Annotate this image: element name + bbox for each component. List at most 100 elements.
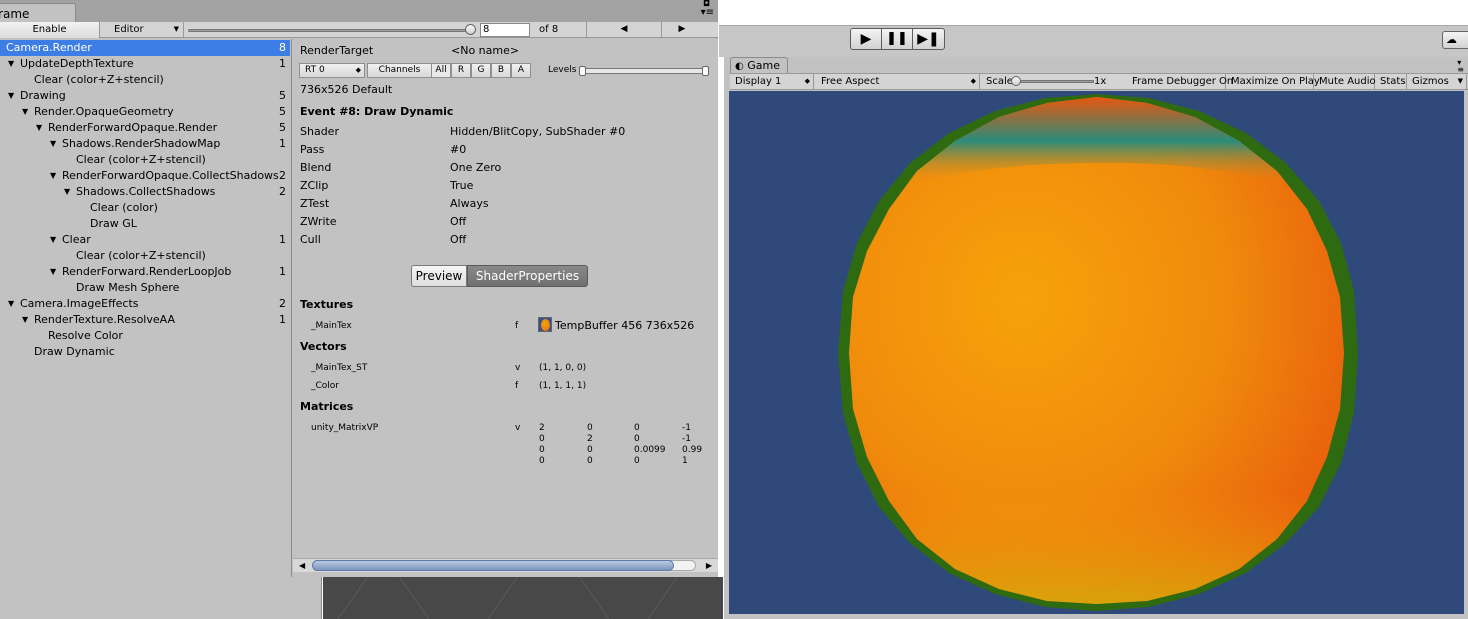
expand-triangle-icon[interactable]: ▼ (22, 312, 28, 328)
channel-b-button[interactable]: B (491, 63, 511, 78)
tree-item[interactable]: ▼ UpdateDepthTexture 1 (0, 56, 290, 72)
tree-item[interactable]: Clear (color) (0, 200, 290, 216)
step-button[interactable]: ▶❚ (912, 28, 945, 50)
tree-item[interactable]: ▼ RenderForward.RenderLoopJob 1 (0, 264, 290, 280)
tree-item-count: 5 (279, 89, 286, 102)
channel-g-button[interactable]: G (471, 63, 491, 78)
options-menu-icon[interactable]: ▾≡ (701, 8, 714, 18)
expand-triangle-icon[interactable]: ▼ (50, 232, 56, 248)
editor-toolbar (719, 25, 1468, 57)
event-slider-thumb[interactable] (465, 24, 476, 35)
target-dropdown[interactable]: Editor ▼ (108, 22, 184, 38)
stats-toggle[interactable]: Stats (1375, 74, 1407, 90)
channel-a-button[interactable]: A (511, 63, 531, 78)
prop-value: Hidden/BlitCopy, SubShader #0 (450, 125, 626, 138)
scale-slider-thumb[interactable] (1011, 76, 1021, 86)
levels-min-thumb[interactable] (579, 66, 586, 76)
horizontal-scrollbar[interactable]: ◀ ▶ (293, 558, 718, 572)
expand-triangle-icon[interactable]: ▼ (8, 296, 14, 312)
matrix-cell: 1 (682, 456, 688, 466)
tree-item[interactable]: ▼ Shadows.RenderShadowMap 1 (0, 136, 290, 152)
tree-item[interactable]: ▼ RenderForwardOpaque.CollectShadows 2 (0, 168, 290, 184)
tree-item-count: 1 (279, 57, 286, 70)
maximize-on-play-toggle[interactable]: Maximize On Play (1226, 74, 1320, 90)
levels-max-thumb[interactable] (702, 66, 709, 76)
game-render-canvas[interactable] (729, 91, 1464, 614)
channel-r-button[interactable]: R (451, 63, 471, 78)
expand-triangle-icon[interactable]: ▼ (64, 184, 70, 200)
pause-button[interactable]: ❚❚ (881, 28, 913, 50)
prop-value: One Zero (450, 161, 502, 174)
scale-slider-track[interactable] (1014, 80, 1094, 83)
arrow-left-icon: ◀ (620, 24, 628, 34)
mute-audio-toggle[interactable]: Mute Audio (1314, 74, 1376, 90)
next-event-button[interactable]: ▶ (662, 22, 702, 38)
matrices-header: Matrices (300, 400, 354, 413)
expand-triangle-icon[interactable]: ▼ (22, 104, 28, 120)
tree-item-count: 1 (279, 233, 286, 246)
expand-triangle-icon[interactable]: ▼ (50, 168, 56, 184)
tree-item[interactable]: Resolve Color (0, 328, 290, 344)
previous-event-button[interactable]: ◀ (586, 22, 662, 38)
scrollbar-thumb[interactable] (312, 560, 674, 571)
enable-button[interactable]: Enable (0, 22, 100, 38)
matrix-cell: -1 (682, 423, 691, 433)
rendered-sphere (838, 94, 1358, 611)
tree-item[interactable]: Draw GL (0, 216, 290, 232)
frame-debugger-toolbar: Enable Editor ▼ 8 of 8 ◀ ▶ (0, 22, 718, 38)
tab-menu-icon[interactable]: ◘ ▾≡ (700, 0, 714, 20)
event-slider-track[interactable] (188, 29, 474, 32)
expand-triangle-icon[interactable]: ▼ (8, 88, 14, 104)
frame-debugger-tab[interactable]: Frame Debug (0, 3, 76, 35)
tab-shader-properties[interactable]: ShaderProperties (467, 265, 588, 287)
tree-item[interactable]: Clear (color+Z+stencil) (0, 248, 290, 264)
collab-button[interactable]: ☁ (1442, 31, 1468, 49)
tree-item[interactable]: ▼ Clear 1 (0, 232, 290, 248)
tree-item[interactable]: ▼ Camera.ImageEffects 2 (0, 296, 290, 312)
chevron-updown-icon: ◆ (804, 77, 810, 85)
tree-item[interactable]: ▼ Shadows.CollectShadows 2 (0, 184, 290, 200)
prop-value: #0 (450, 143, 467, 156)
game-controller-icon: ◐ (735, 61, 744, 72)
tree-item[interactable]: Camera.Render 8 (0, 40, 290, 56)
event-index-field[interactable]: 8 (480, 23, 530, 37)
display-dropdown[interactable]: Display 1 ◆ (730, 74, 814, 90)
matrix-cell: 0 (587, 456, 593, 466)
tree-item[interactable]: ▼ Render.OpaqueGeometry 5 (0, 104, 290, 120)
aspect-dropdown[interactable]: Free Aspect ◆ (816, 74, 980, 90)
vector-name: _MainTex_ST (311, 363, 368, 373)
tree-item[interactable]: ▼ Drawing 5 (0, 88, 290, 104)
expand-triangle-icon[interactable]: ▼ (36, 120, 42, 136)
gizmos-dropdown[interactable]: Gizmos ▼ (1407, 74, 1467, 90)
scale-label: Scale (986, 76, 1013, 87)
tree-item[interactable]: Draw Mesh Sphere (0, 280, 290, 296)
levels-slider[interactable] (579, 68, 709, 74)
expand-triangle-icon[interactable]: ▼ (8, 56, 14, 72)
play-button[interactable]: ▶ (850, 28, 882, 50)
texture-thumbnail-icon[interactable] (538, 317, 552, 332)
resolution-label: 736x526 Default (300, 83, 393, 96)
tree-item[interactable]: ▼ RenderTexture.ResolveAA 1 (0, 312, 290, 328)
render-target-dropdown[interactable]: RT 0 ◆ (299, 63, 365, 78)
scroll-left-icon[interactable]: ◀ (299, 559, 305, 572)
matrix-cell: 0 (539, 434, 545, 444)
tree-item[interactable]: Clear (color+Z+stencil) (0, 72, 290, 88)
event-tree: Camera.Render 8 ▼ UpdateDepthTexture 1 C… (0, 39, 292, 577)
prop-key: Cull (300, 233, 321, 246)
gizmos-label: Gizmos (1412, 76, 1449, 87)
tab-preview[interactable]: Preview (411, 265, 467, 287)
matrix-cell: 0 (539, 456, 545, 466)
expand-triangle-icon[interactable]: ▼ (50, 264, 56, 280)
tree-item[interactable]: Draw Dynamic (0, 344, 290, 360)
editor-top-strip (719, 0, 1468, 25)
game-tab[interactable]: ◐ Game (730, 57, 788, 73)
expand-triangle-icon[interactable]: ▼ (50, 136, 56, 152)
tree-item[interactable]: Clear (color+Z+stencil) (0, 152, 290, 168)
options-menu-icon[interactable]: ▾≡ (1457, 59, 1464, 74)
scroll-right-icon[interactable]: ▶ (706, 559, 712, 572)
cloud-icon: ☁ (1446, 33, 1457, 46)
frame-debugger-toggle[interactable]: Frame Debugger On (1127, 74, 1233, 90)
channel-all-button[interactable]: All (431, 63, 451, 78)
tree-item-label: Shadows.RenderShadowMap (62, 137, 221, 150)
tree-item[interactable]: ▼ RenderForwardOpaque.Render 5 (0, 120, 290, 136)
